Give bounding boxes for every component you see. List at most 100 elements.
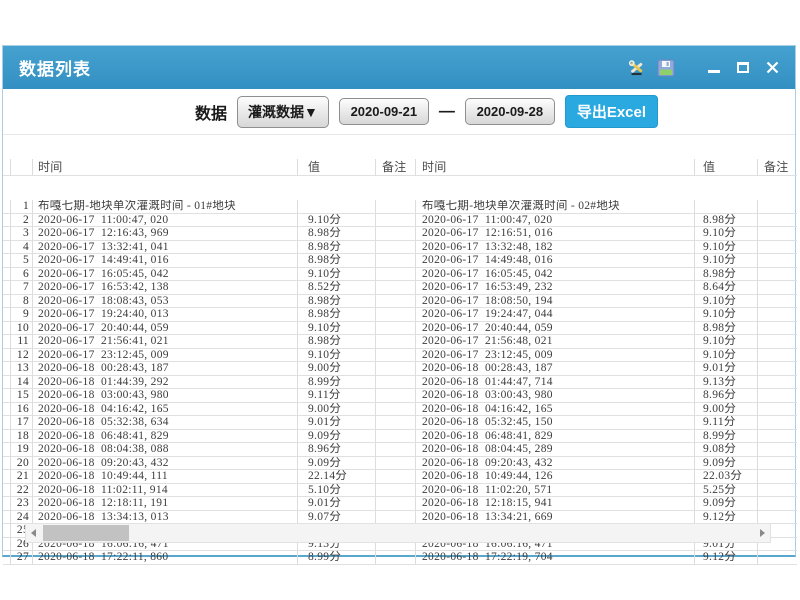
time-cell: 2020-06-18 05:32:38, 634 [33,416,298,430]
value-cell: 9.10分 [695,254,758,268]
table-row[interactable]: 1布嘎七期-地块单次灌溉时间 - 01#地块布嘎七期-地块单次灌溉时间 - 02… [3,200,795,214]
scrollbar-track[interactable] [41,524,755,542]
note-cell [758,470,797,484]
value-cell: 9.11分 [298,389,376,403]
row-gutter [3,349,11,363]
row-number: 8 [11,295,33,309]
row-number: 14 [11,376,33,390]
value-cell [298,200,376,214]
scroll-left-arrow-icon[interactable] [26,524,41,542]
table-row[interactable]: 22020-06-17 11:00:47, 0209.10分2020-06-17… [3,214,795,228]
table-row[interactable]: 52020-06-17 14:49:41, 0168.98分2020-06-17… [3,254,795,268]
table-row[interactable]: 72020-06-17 16:53:42, 1388.52分2020-06-17… [3,281,795,295]
row-gutter [3,524,11,538]
row-gutter [3,551,11,565]
note-cell [376,403,416,417]
table-row[interactable]: 172020-06-18 05:32:38, 6349.01分2020-06-1… [3,416,795,430]
table-row[interactable]: 132020-06-18 00:28:43, 1879.00分2020-06-1… [3,362,795,376]
table-row[interactable]: 92020-06-17 19:24:40, 0138.98分2020-06-17… [3,308,795,322]
end-date-button[interactable]: 2020-09-28 [465,98,555,125]
note-cell [758,443,797,457]
table-row[interactable]: 242020-06-18 13:34:13, 0139.07分2020-06-1… [3,511,795,525]
export-excel-button[interactable]: 导出Excel [565,95,658,128]
value-cell: 9.13分 [695,376,758,390]
horizontal-scrollbar[interactable] [25,523,771,543]
table-row[interactable]: 32020-06-17 12:16:43, 9698.98分2020-06-17… [3,227,795,241]
table-row[interactable]: 272020-06-18 17:22:11, 8608.99分2020-06-1… [3,551,795,565]
start-date-button[interactable]: 2020-09-21 [339,98,429,125]
time-cell: 2020-06-17 11:00:47, 020 [416,214,695,228]
note-cell [758,551,797,565]
note-cell [758,268,797,282]
note-cell [376,281,416,295]
row-number: 7 [11,281,33,295]
time-cell: 2020-06-18 09:20:43, 432 [33,457,298,471]
dataset-dropdown[interactable]: 灌溉数据▼ [237,96,329,128]
scrollbar-thumb[interactable] [43,525,129,541]
time-cell: 2020-06-18 11:02:20, 571 [416,484,695,498]
table-row[interactable]: 62020-06-17 16:05:45, 0429.10分2020-06-17… [3,268,795,282]
row-number: 18 [11,430,33,444]
table-row[interactable]: 142020-06-18 01:44:39, 2928.99分2020-06-1… [3,376,795,390]
note-cell [376,497,416,511]
table-row[interactable]: 152020-06-18 03:00:43, 9809.11分2020-06-1… [3,389,795,403]
table-row[interactable]: 232020-06-18 12:18:11, 1919.01分2020-06-1… [3,497,795,511]
note-cell [376,308,416,322]
row-number: 22 [11,484,33,498]
note-cell [376,349,416,363]
note-cell [376,511,416,525]
save-icon[interactable] [657,59,675,77]
row-number: 6 [11,268,33,282]
value-cell: 9.10分 [695,308,758,322]
value-cell: 8.96分 [695,389,758,403]
time-cell: 布嘎七期-地块单次灌溉时间 - 01#地块 [33,200,298,214]
row-gutter [3,241,11,255]
table-row[interactable]: 102020-06-17 20:40:44, 0599.10分2020-06-1… [3,322,795,336]
value-cell: 9.10分 [695,241,758,255]
table-row[interactable]: 212020-06-18 10:49:44, 11122.14分2020-06-… [3,470,795,484]
value-cell: 8.98分 [298,335,376,349]
row-gutter [3,227,11,241]
value-cell: 9.01分 [298,416,376,430]
table-row[interactable]: 42020-06-17 13:32:41, 0418.98分2020-06-17… [3,241,795,255]
value-cell: 8.64分 [695,281,758,295]
time-cell: 2020-06-18 12:18:15, 941 [416,497,695,511]
row-number: 15 [11,389,33,403]
row-gutter [3,470,11,484]
row-number: 21 [11,470,33,484]
scroll-right-arrow-icon[interactable] [755,524,770,542]
time-cell: 2020-06-18 10:49:44, 126 [416,470,695,484]
table-row[interactable]: 192020-06-18 08:04:38, 0888.96分2020-06-1… [3,443,795,457]
row-gutter [3,538,11,552]
table-row[interactable]: 222020-06-18 11:02:11, 9145.10分2020-06-1… [3,484,795,498]
row-number: 9 [11,308,33,322]
note-cell [758,335,797,349]
value-cell: 9.09分 [695,457,758,471]
value-cell: 9.07分 [298,511,376,525]
table-row[interactable]: 112020-06-17 21:56:41, 0218.98分2020-06-1… [3,335,795,349]
row-number: 24 [11,511,33,525]
time-cell: 2020-06-18 12:18:11, 191 [33,497,298,511]
row-gutter [3,403,11,417]
note-cell [758,295,797,309]
note-cell [758,511,797,525]
table-row[interactable]: 202020-06-18 09:20:43, 4329.09分2020-06-1… [3,457,795,471]
table-row[interactable]: 82020-06-17 18:08:43, 0538.98分2020-06-17… [3,295,795,309]
time-cell: 2020-06-18 08:04:45, 289 [416,443,695,457]
time-cell: 2020-06-18 00:28:43, 187 [416,362,695,376]
table-row[interactable]: 162020-06-18 04:16:42, 1659.00分2020-06-1… [3,403,795,417]
row-number: 3 [11,227,33,241]
row-number: 11 [11,335,33,349]
row-gutter [3,416,11,430]
titlebar-icons [628,59,781,77]
row-gutter [3,268,11,282]
note-cell [758,484,797,498]
tools-icon[interactable] [628,59,646,77]
maximize-icon[interactable] [734,59,752,77]
note-cell [758,322,797,336]
table-row[interactable]: 182020-06-18 06:48:41, 8299.09分2020-06-1… [3,430,795,444]
time-cell: 2020-06-17 23:12:45, 009 [416,349,695,363]
minimize-icon[interactable] [705,59,723,77]
close-icon[interactable] [763,59,781,77]
table-row[interactable]: 122020-06-17 23:12:45, 0099.10分2020-06-1… [3,349,795,363]
